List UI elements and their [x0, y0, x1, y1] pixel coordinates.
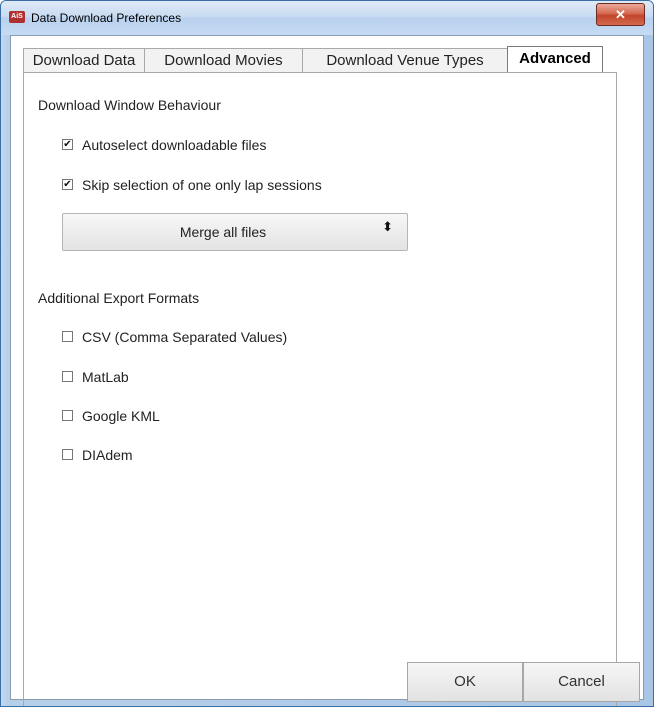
- merge-files-value: Merge all files: [179, 224, 267, 240]
- merge-files-select[interactable]: Merge all files ⬍: [62, 213, 408, 251]
- autoselect-checkbox[interactable]: ✔: [62, 139, 73, 150]
- tab-download-data[interactable]: Download Data: [23, 48, 145, 72]
- tab-download-movies[interactable]: Download Movies: [144, 48, 303, 72]
- skip-one-lap-label: Skip selection of one only lap sessions: [82, 177, 322, 193]
- ok-button[interactable]: OK: [407, 662, 523, 702]
- google-kml-label: Google KML: [82, 408, 160, 424]
- csv-label: CSV (Comma Separated Values): [82, 329, 288, 345]
- tab-download-venue-types[interactable]: Download Venue Types: [302, 48, 508, 72]
- autoselect-label: Autoselect downloadable files: [82, 137, 267, 153]
- dialog-client-area: Download Data Download Movies Download V…: [10, 35, 644, 706]
- advanced-panel: Download Window Behaviour ✔ Autoselect d…: [23, 72, 617, 706]
- updown-arrows-icon: ⬍: [382, 219, 393, 234]
- close-icon: ✕: [615, 7, 626, 22]
- title-bar: AiS Data Download Preferences ✕: [1, 1, 653, 35]
- close-button[interactable]: ✕: [596, 3, 645, 26]
- tab-advanced[interactable]: Advanced: [507, 46, 603, 73]
- matlab-label: MatLab: [82, 369, 129, 385]
- cancel-button[interactable]: Cancel: [523, 662, 640, 702]
- csv-checkbox[interactable]: [62, 331, 73, 342]
- google-kml-checkbox[interactable]: [62, 410, 73, 421]
- app-icon: AiS: [9, 11, 25, 23]
- matlab-checkbox[interactable]: [62, 371, 73, 382]
- skip-one-lap-checkbox[interactable]: ✔: [62, 179, 73, 190]
- diadem-checkbox[interactable]: [62, 449, 73, 460]
- export-formats-heading: Additional Export Formats: [38, 290, 200, 306]
- download-window-heading: Download Window Behaviour: [38, 97, 221, 113]
- diadem-label: DIAdem: [82, 447, 133, 463]
- window-title: Data Download Preferences: [31, 11, 182, 25]
- dialog-window: AiS Data Download Preferences ✕ Download…: [0, 0, 654, 707]
